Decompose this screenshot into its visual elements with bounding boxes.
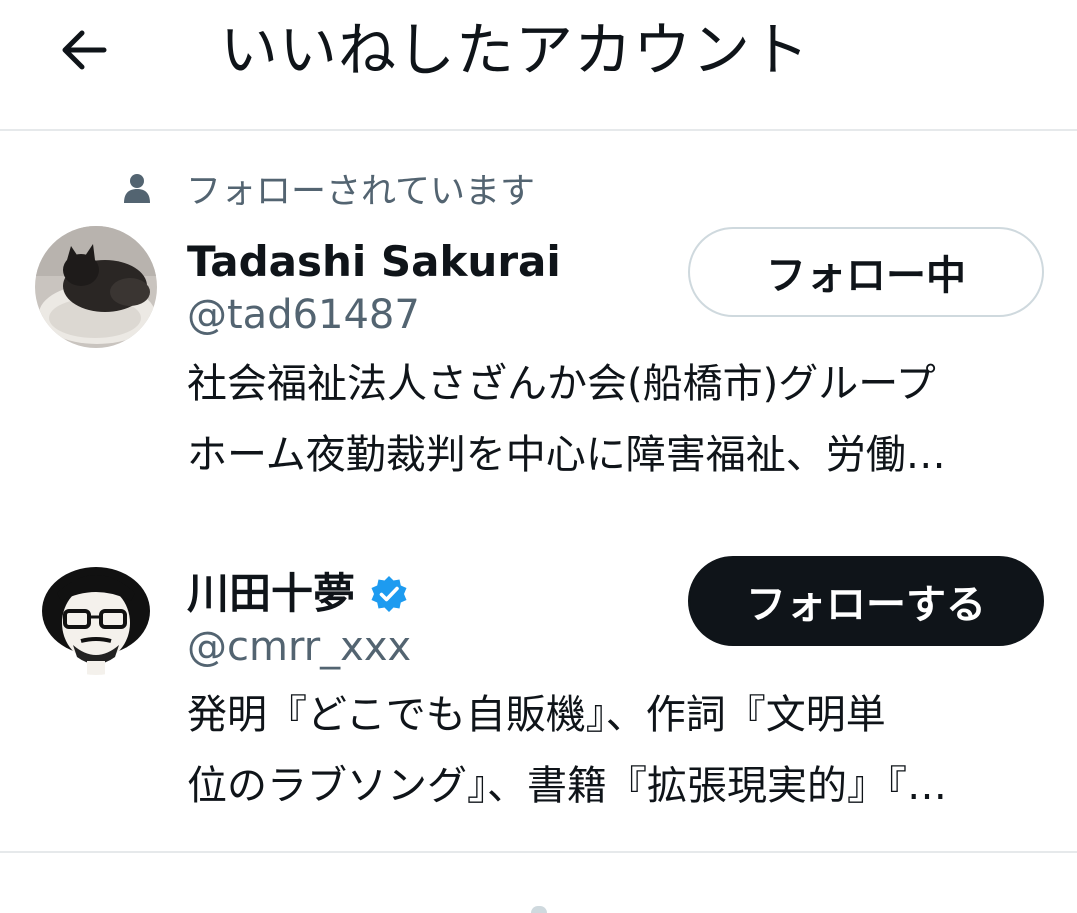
header: いいねしたアカウント: [0, 0, 1077, 131]
display-name[interactable]: Tadashi Sakurai: [187, 234, 561, 290]
display-name-text: Tadashi Sakurai: [187, 237, 561, 286]
bio-line: 社会福祉法人さざんか会(船橋市)グループ: [187, 361, 936, 407]
cat-photo-avatar: [35, 226, 157, 348]
loading-indicator: [531, 906, 547, 913]
avatar[interactable]: [35, 553, 157, 675]
social-context-text: フォローされています: [186, 171, 535, 212]
avatar[interactable]: [35, 226, 157, 348]
social-context: フォローされています: [122, 166, 535, 212]
person-icon: [124, 174, 150, 203]
user-bio: 社会福祉法人さざんか会(船橋市)グループ ホーム夜勤裁判を中心に障害福祉、労働…: [187, 349, 1037, 491]
user-handle[interactable]: @cmrr_xxx: [187, 622, 411, 672]
verified-badge-icon: [371, 576, 407, 612]
bio-line: ホーム夜勤裁判を中心に障害福祉、労働…: [187, 432, 946, 478]
arrow-left-icon: [62, 30, 107, 70]
page-title: いいねしたアカウント: [220, 16, 811, 84]
divider: [0, 851, 1077, 853]
bio-line: 発明『どこでも自販機』、作詞『文明単: [187, 692, 886, 738]
follow-button[interactable]: フォローする: [688, 556, 1044, 646]
following-button[interactable]: フォロー中: [688, 227, 1044, 317]
user-bio: 発明『どこでも自販機』、作詞『文明単 位のラブソング』、書籍『拡張現実的』『…: [187, 680, 1037, 822]
user-handle[interactable]: @tad61487: [187, 290, 420, 340]
bio-line: 位のラブソング』、書籍『拡張現実的』『…: [187, 763, 947, 809]
display-name[interactable]: 川田十夢: [187, 566, 409, 622]
display-name-text: 川田十夢: [187, 569, 356, 618]
back-button[interactable]: [52, 18, 116, 82]
illustrated-face-avatar: [35, 553, 157, 675]
